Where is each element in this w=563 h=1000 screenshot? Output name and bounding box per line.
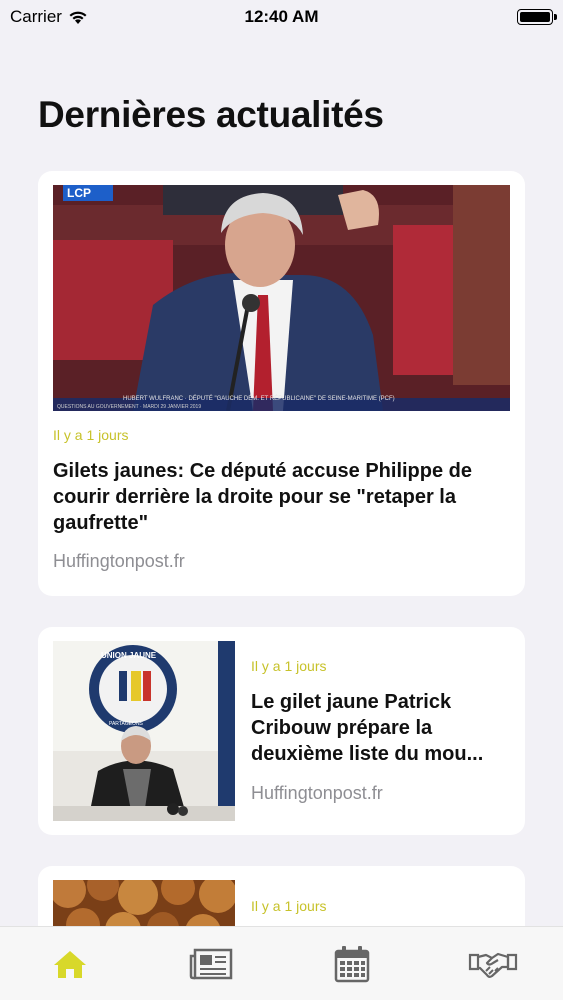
headline-line: Cribouw prépare la (251, 717, 433, 739)
carrier-label: Carrier (10, 7, 62, 26)
wifi-icon (69, 11, 87, 24)
logo-text-bottom: PARTAGEONS (109, 721, 143, 727)
tab-bar (0, 926, 563, 1000)
status-bar: Carrier 12:40 AM (0, 0, 563, 34)
status-left: Carrier (10, 7, 88, 27)
article-card-2[interactable]: UNION JAUNE PARTAGEONS Il y a 1 jours Le… (38, 627, 525, 835)
calendar-icon (334, 945, 370, 982)
battery-icon (517, 9, 557, 25)
page-title: Dernières actualités (38, 94, 384, 135)
article-time: Il y a 1 jours (53, 427, 129, 443)
image-caption: HUBERT WULFRANC · DÉPUTÉ "GAUCHE DÉM. ET… (123, 396, 395, 402)
headline-line: deuxième liste du mou... (251, 743, 484, 765)
article-image-2: UNION JAUNE PARTAGEONS (53, 641, 235, 821)
tab-calendar[interactable] (322, 940, 382, 988)
logo-text-top: UNION JAUNE (101, 651, 157, 660)
article-headline[interactable]: Gilets jaunes: Ce député accuse Philippe… (53, 458, 513, 536)
handshake-icon (468, 952, 517, 978)
newspaper-icon (189, 948, 233, 979)
article-card-1[interactable]: LCP HUBERT WULFRANC · DÉPUTÉ "GAUCHE DÉM… (38, 171, 525, 596)
tab-partners[interactable] (463, 940, 523, 988)
channel-logo: LCP (67, 186, 91, 200)
article-time: Il y a 1 jours (251, 658, 327, 674)
home-icon (54, 950, 87, 978)
tab-home[interactable] (40, 940, 100, 988)
headline-line: Le gilet jaune Patrick (251, 691, 452, 713)
article-image-1: LCP HUBERT WULFRANC · DÉPUTÉ "GAUCHE DÉM… (53, 185, 510, 411)
article-source: Huffingtonpost.fr (53, 551, 185, 571)
article-source: Huffingtonpost.fr (251, 783, 383, 803)
tab-news[interactable] (181, 940, 241, 988)
article-headline[interactable]: Le gilet jaune Patrick Cribouw prépare l… (251, 689, 521, 767)
image-subcaption: QUESTIONS AU GOUVERNEMENT · MARDI 29 JAN… (57, 404, 202, 410)
article-time: Il y a 1 jours (251, 898, 327, 914)
